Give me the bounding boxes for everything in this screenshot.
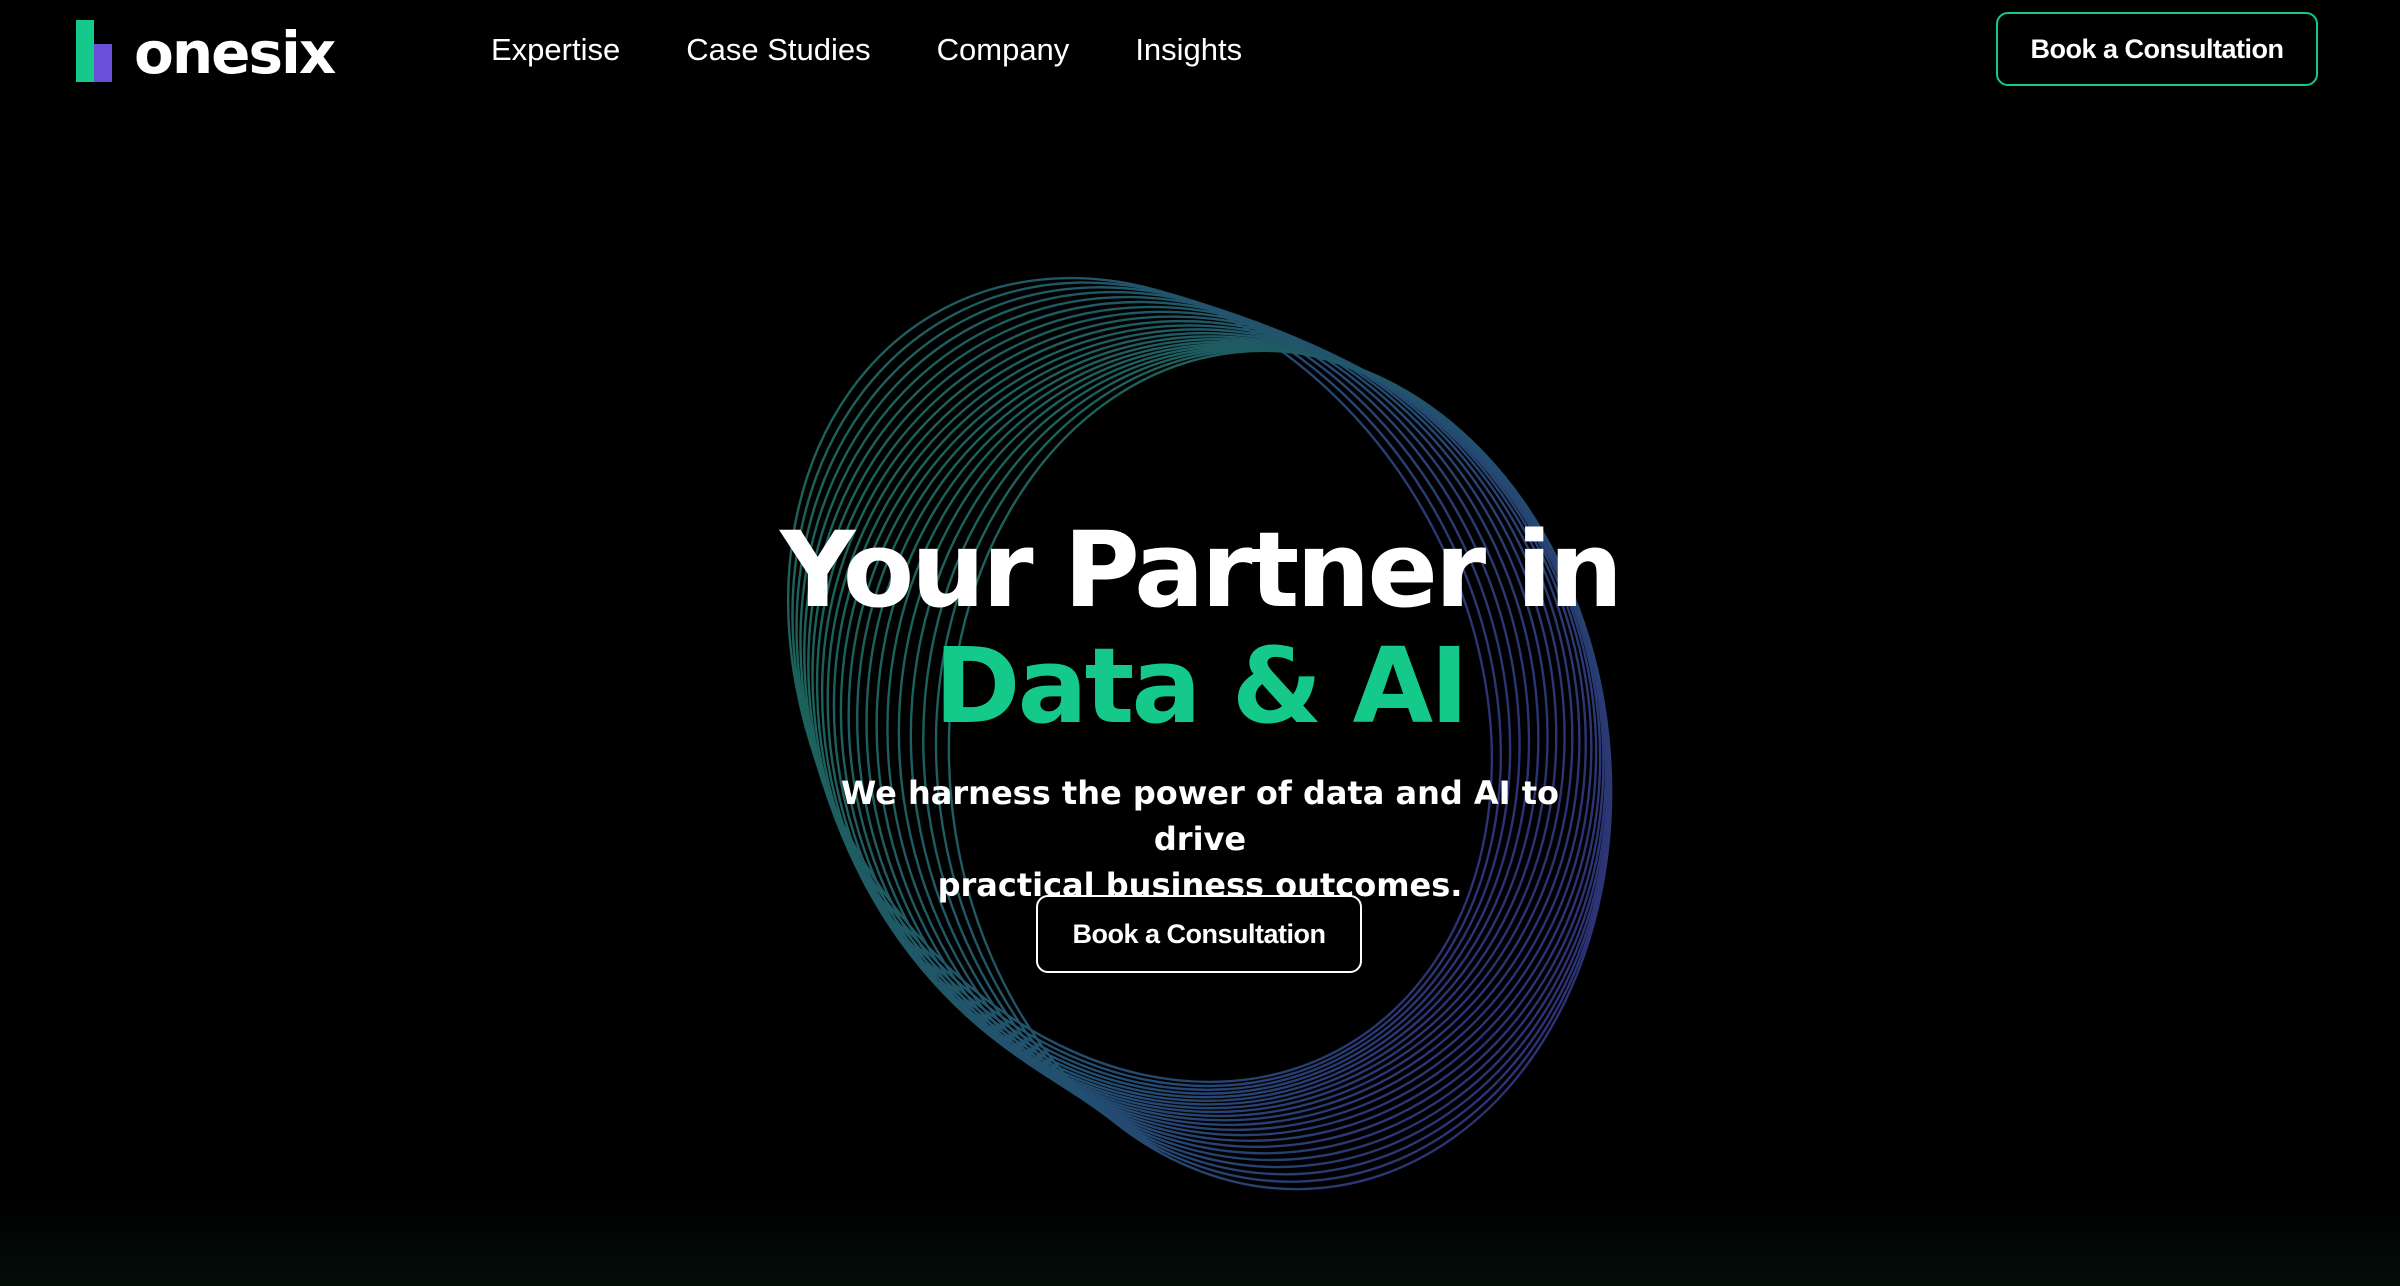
ring-line [934, 348, 1612, 1183]
logo-text: onesix [134, 19, 336, 87]
nav-item-case-studies[interactable]: Case Studies [686, 28, 870, 72]
main-nav: Expertise Case Studies Company Insights [491, 28, 1308, 72]
nav-item-insights[interactable]: Insights [1135, 28, 1242, 72]
site-header: onesix Expertise Case Studies Company In… [0, 0, 2400, 100]
hero-book-consultation-button[interactable]: Book a Consultation [1036, 895, 1362, 973]
ring-line [886, 342, 1608, 1155]
header-book-consultation-button[interactable]: Book a Consultation [1996, 12, 2318, 86]
logo-link[interactable]: onesix [76, 18, 336, 87]
ring-line [909, 346, 1611, 1169]
nav-item-expertise[interactable]: Expertise [491, 28, 620, 72]
ring-line [922, 347, 1612, 1176]
nav-item-company[interactable]: Company [937, 28, 1070, 72]
ring-line [897, 344, 1609, 1162]
onesix-logo-mark-icon [76, 20, 116, 84]
hero-subtitle: We harness the power of data and AI to d… [800, 770, 1600, 908]
bottom-glow [0, 1200, 2400, 1286]
hero-subtitle-line1: We harness the power of data and AI to d… [841, 774, 1559, 858]
hero-title-line2: Data & AI [934, 625, 1469, 747]
hero-title-line1: Your Partner in [779, 509, 1623, 631]
